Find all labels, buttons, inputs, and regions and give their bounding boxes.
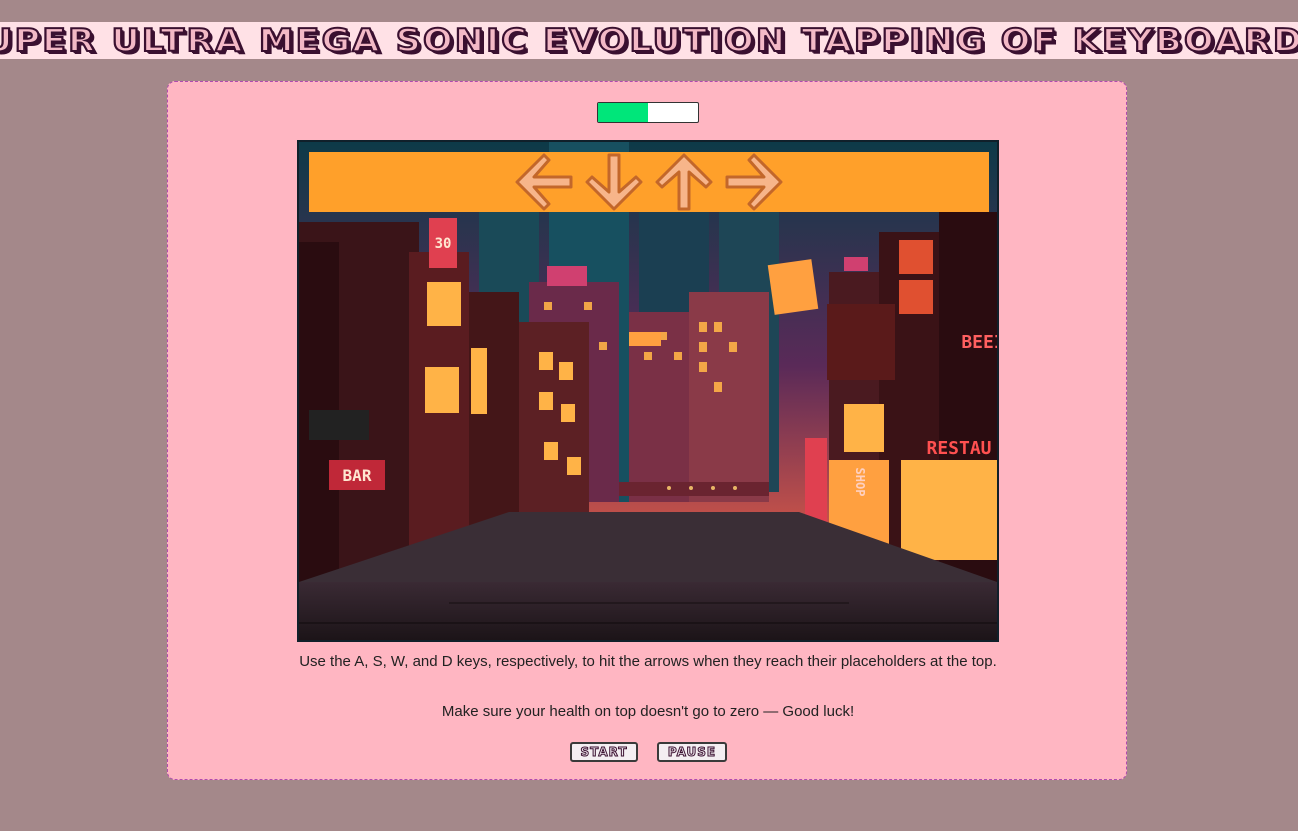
left-arrow-icon [515, 153, 573, 211]
up-arrow-icon [655, 153, 713, 211]
game-title: Super Ultra Mega Sonic Evolution Tapping… [0, 22, 1298, 60]
down-arrow-icon [585, 153, 643, 211]
arrow-target-lane [309, 152, 989, 212]
beer-sign: BEEI [961, 332, 997, 353]
start-button[interactable]: Start [570, 742, 638, 762]
right-arrow-icon [725, 153, 783, 211]
pause-button[interactable]: Pause [657, 742, 727, 762]
restaurant-sign: RESTAU [926, 438, 991, 459]
title-banner: Super Ultra Mega Sonic Evolution Tapping… [0, 22, 1298, 60]
health-bar [597, 102, 699, 123]
game-panel: BAR 30 SHOP RESTAU BEEI Use the A, S, W,… [167, 81, 1127, 780]
number-sign: 30 [435, 236, 452, 252]
instructions-keys: Use the A, S, W, and D keys, respectivel… [299, 653, 997, 670]
city-background: BAR 30 SHOP RESTAU BEEI [299, 142, 997, 640]
game-canvas[interactable]: BAR 30 SHOP RESTAU BEEI [297, 140, 999, 642]
bar-sign: BAR [343, 466, 372, 485]
shop-sign: SHOP [853, 468, 867, 497]
health-bar-fill [598, 103, 648, 122]
instructions-health: Make sure your health on top doesn't go … [441, 703, 855, 720]
